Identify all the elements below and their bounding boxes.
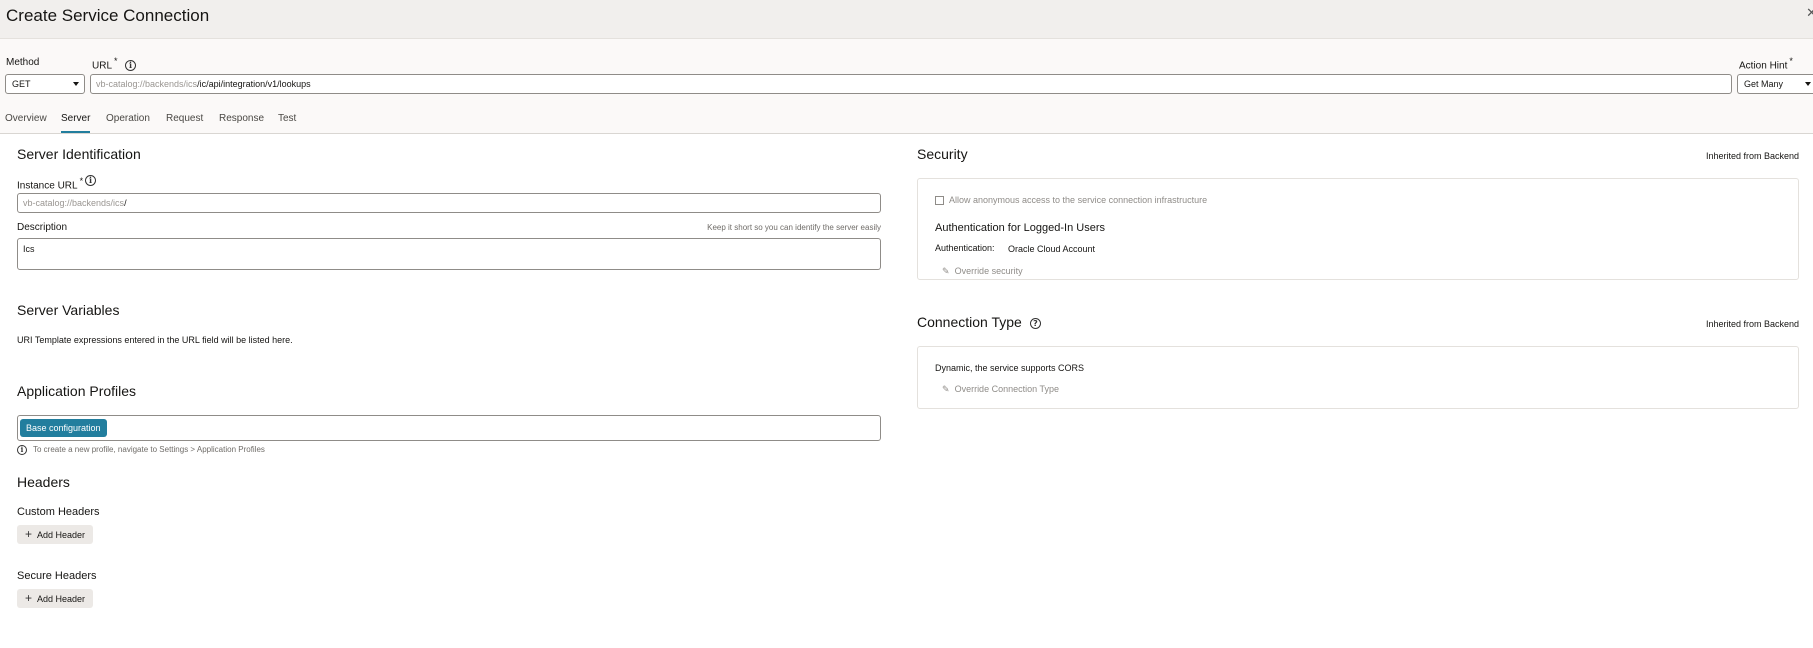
anonymous-access-checkbox[interactable] (935, 196, 944, 205)
connection-type-heading: Connection Type (917, 314, 1022, 330)
connection-type-text: Dynamic, the service supports CORS (935, 363, 1085, 373)
tab-response[interactable]: Response (219, 113, 264, 133)
tab-bar: Overview Server Operation Request Respon… (0, 110, 1813, 134)
tab-server[interactable]: Server (61, 113, 91, 133)
server-identification-heading: Server Identification (17, 146, 141, 162)
add-custom-header-label: Add Header (37, 530, 86, 540)
add-custom-header-button[interactable]: + Add Header (17, 525, 94, 544)
override-security-link[interactable]: ✎ Override security (942, 266, 1023, 277)
help-icon[interactable]: ? (1030, 318, 1041, 329)
add-secure-header-button[interactable]: + Add Header (17, 589, 94, 608)
base-configuration-chip[interactable]: Base configuration (20, 419, 107, 437)
server-left-panel: Server Identification Instance URL * i vb… (0, 134, 903, 648)
description-textarea[interactable]: Ics (17, 238, 881, 270)
info-icon[interactable]: i (125, 60, 136, 71)
connection-type-inherited-text: Inherited from Backend (1705, 319, 1799, 329)
info-icon[interactable]: i (85, 175, 96, 186)
headers-heading: Headers (17, 474, 70, 490)
chevron-down-icon (1805, 82, 1811, 86)
connection-type-card: Dynamic, the service supports CORS ✎ Ove… (917, 346, 1799, 409)
url-label: URL * (92, 56, 118, 71)
add-secure-header-label: Add Header (37, 594, 86, 604)
info-icon: i (17, 445, 27, 455)
tab-test[interactable]: Test (278, 113, 296, 133)
plus-icon: + (25, 591, 33, 605)
anonymous-access-label: Allow anonymous access to the service co… (949, 195, 1208, 205)
description-label: Description (17, 222, 68, 233)
override-connection-type-label: Override Connection Type (954, 384, 1059, 394)
tab-operation[interactable]: Operation (106, 113, 150, 133)
method-select[interactable]: GET (5, 74, 85, 94)
dialog-title: Create Service Connection (6, 6, 210, 25)
pencil-icon: ✎ (942, 266, 950, 276)
application-profiles-hint: To create a new profile, navigate to Set… (33, 445, 265, 454)
description-value: Ics (23, 244, 35, 254)
url-path: /ic/api/integration/v1/lookups (197, 79, 311, 89)
chevron-down-icon (73, 82, 79, 86)
url-input[interactable]: vb-catalog://backends/ics/ic/api/integra… (90, 74, 1732, 94)
tab-overview[interactable]: Overview (5, 113, 47, 133)
method-value: GET (12, 79, 31, 89)
url-required-mark: * (114, 56, 118, 66)
action-hint-label-text: Action Hint (1739, 60, 1788, 72)
instance-url-suffix: / (124, 198, 127, 208)
custom-headers-heading: Custom Headers (17, 506, 100, 518)
instance-url-label: Instance URL * (17, 176, 83, 191)
action-hint-label: Action Hint * (1739, 56, 1793, 71)
security-heading: Security (917, 146, 968, 162)
url-label-text: URL (92, 60, 113, 72)
application-profiles-heading: Application Profiles (17, 383, 137, 399)
plus-icon: + (25, 527, 33, 541)
server-right-panel: Security Inherited from Backend Allow an… (903, 134, 1813, 648)
secure-headers-heading: Secure Headers (17, 570, 97, 582)
override-security-label: Override security (954, 266, 1023, 276)
url-prefix: vb-catalog://backends/ics (96, 79, 198, 89)
instance-url-input[interactable]: vb-catalog://backends/ics/ (17, 193, 881, 213)
description-hint: Keep it short so you can identify the se… (707, 223, 881, 232)
action-hint-value: Get Many (1744, 79, 1784, 89)
server-variables-heading: Server Variables (17, 302, 120, 318)
close-icon[interactable]: ✕ (1806, 5, 1813, 21)
auth-heading: Authentication for Logged-In Users (935, 222, 1105, 234)
server-variables-text: URI Template expressions entered in the … (17, 335, 293, 345)
security-inherited-text: Inherited from Backend (1705, 151, 1799, 161)
security-card: Allow anonymous access to the service co… (917, 178, 1799, 280)
tab-request[interactable]: Request (166, 113, 203, 133)
dialog-header: Create Service Connection ✕ (0, 0, 1813, 39)
instance-url-prefix: vb-catalog://backends/ics (23, 198, 125, 208)
instance-url-required-mark: * (79, 176, 84, 186)
action-hint-select[interactable]: Get Many (1737, 74, 1813, 94)
auth-label: Authentication: (935, 243, 995, 253)
auth-value: Oracle Cloud Account (1008, 244, 1096, 254)
instance-url-label-text: Instance URL (17, 180, 78, 192)
application-profiles-field[interactable] (17, 415, 881, 441)
method-label: Method (6, 57, 40, 68)
action-hint-required-mark: * (1789, 56, 1793, 66)
override-connection-type-link[interactable]: ✎ Override Connection Type (942, 384, 1059, 395)
pencil-icon: ✎ (942, 384, 950, 394)
